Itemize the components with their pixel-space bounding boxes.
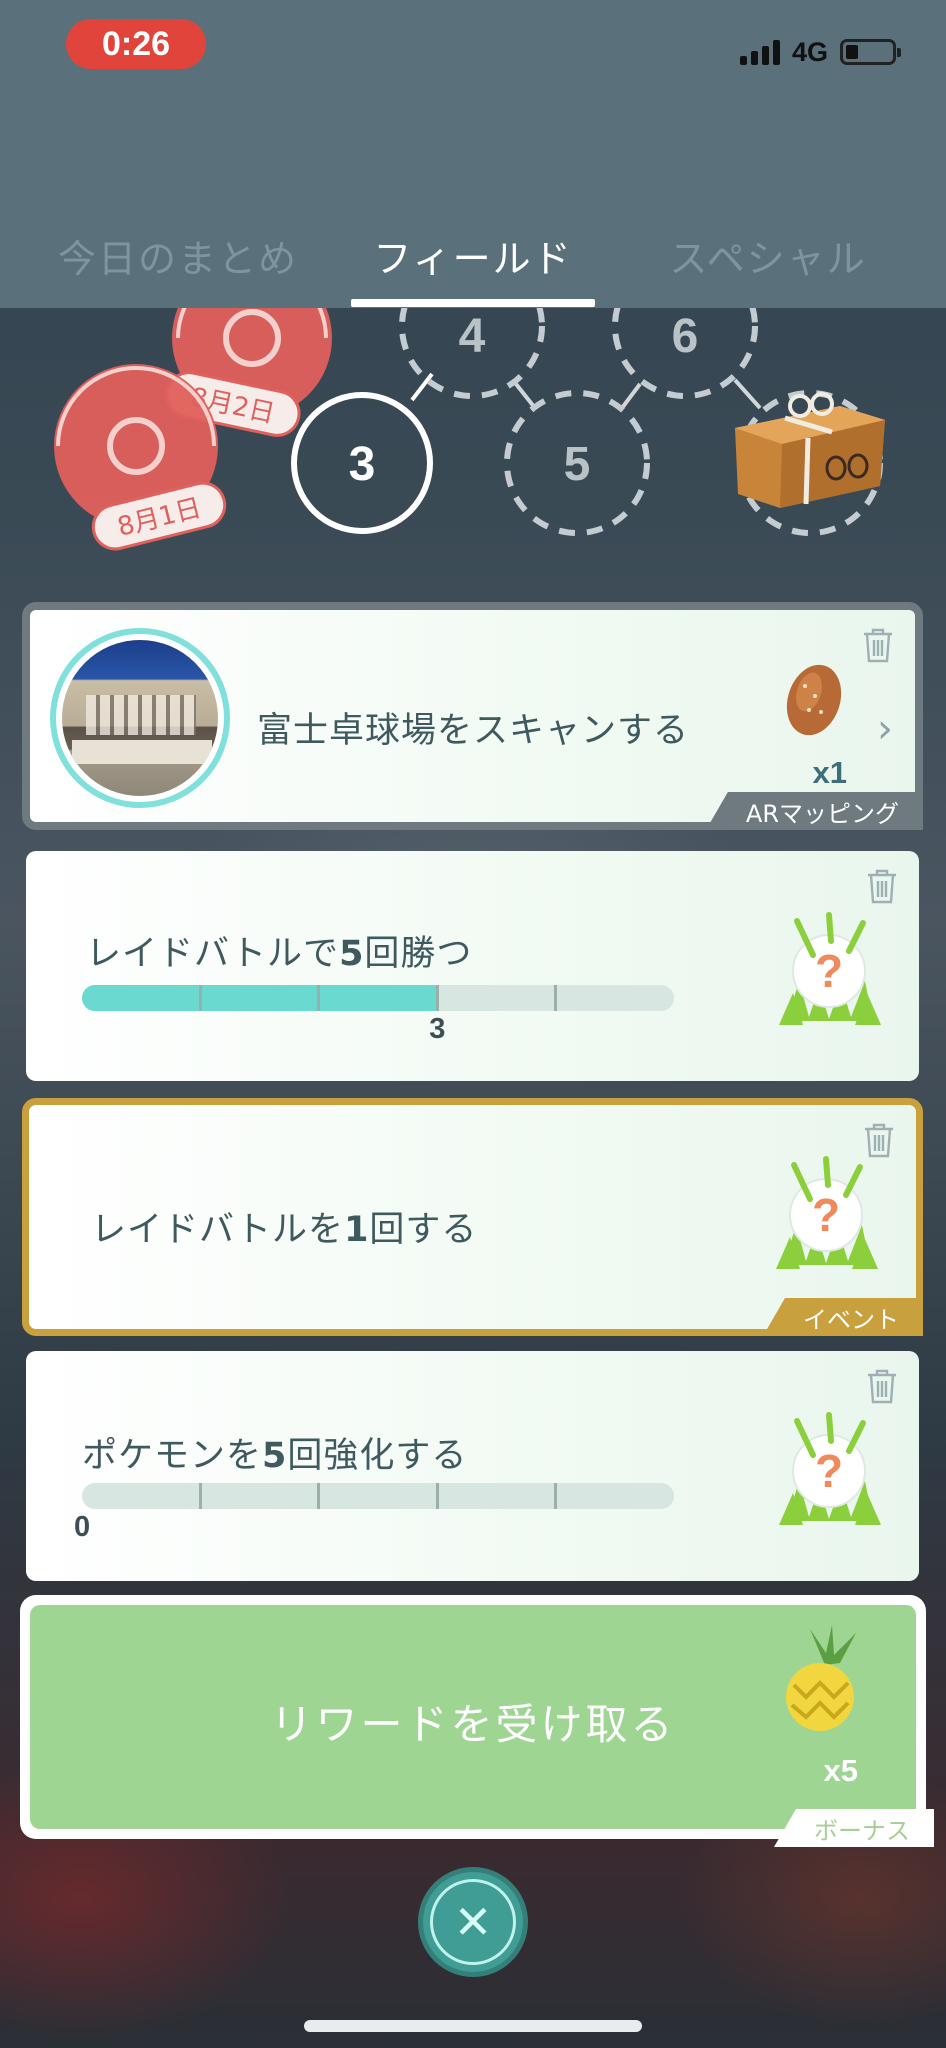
task-card-raid-win[interactable]: レイドバトルで5回勝つ 3 ? xyxy=(26,851,919,1081)
stamp-track: 4 6 5 3 8月2日 8月1日 xyxy=(0,308,946,598)
day-4-label: 4 xyxy=(459,310,486,363)
progress-bar xyxy=(82,1483,674,1509)
svg-text:?: ? xyxy=(812,1189,840,1241)
network-label: 4G xyxy=(791,36,828,67)
signal-icon xyxy=(739,39,780,65)
trash-icon[interactable] xyxy=(862,1121,896,1159)
pinap-berry-icon xyxy=(786,1625,856,1731)
current-day-3[interactable]: 3 xyxy=(291,392,433,534)
day-5-label: 5 xyxy=(564,438,591,491)
progress-fill xyxy=(82,985,438,1011)
tab-bar: 今日のまとめ フィールド スペシャル xyxy=(0,215,946,307)
current-day-label: 3 xyxy=(349,438,376,491)
task-card-raid-once[interactable]: レイドバトルを1回する ? イベント xyxy=(22,1098,923,1336)
mystery-pokemon-icon: ? xyxy=(779,912,881,1025)
svg-text:?: ? xyxy=(815,1445,843,1497)
tab-field[interactable]: フィールド xyxy=(323,215,623,295)
task-card-ar-scan[interactable]: 富士卓球場をスキャンする x1 › ARマッピング xyxy=(22,602,923,830)
close-icon: ✕ xyxy=(430,1879,516,1965)
day-6-slot: 6 xyxy=(612,308,758,399)
trash-icon[interactable] xyxy=(865,867,899,905)
day-6-label: 6 xyxy=(672,310,699,363)
gift-box-icon xyxy=(735,392,885,508)
mystery-pokemon-icon: ? xyxy=(779,1412,881,1525)
tab-special[interactable]: スペシャル xyxy=(618,215,918,295)
pokestop-photo xyxy=(50,628,230,808)
home-indicator[interactable] xyxy=(304,2020,642,2032)
header: 0:26 4G 今日のまとめ フィールド スペシャル xyxy=(0,0,946,308)
tab-today-summary[interactable]: 今日のまとめ xyxy=(28,215,328,295)
progress-bar xyxy=(82,985,674,1011)
claim-reward-button[interactable]: リワードを受け取る x5 xyxy=(30,1605,916,1829)
reward-quantity: x1 xyxy=(812,755,847,790)
task-label: レイドバトルを1回する xyxy=(91,1210,478,1250)
mystery-pokemon-icon: ? xyxy=(776,1156,878,1269)
chevron-right-icon[interactable]: › xyxy=(877,706,893,752)
bread-icon xyxy=(786,664,842,736)
active-tab-indicator xyxy=(351,299,595,307)
close-button[interactable]: ✕ xyxy=(418,1867,528,1977)
task-tag: ARマッピング xyxy=(705,792,923,830)
battery-icon xyxy=(840,39,901,65)
trash-icon[interactable] xyxy=(861,626,895,664)
task-tag: イベント xyxy=(763,1298,923,1336)
task-card-power-up[interactable]: ポケモンを5回強化する 0 ? xyxy=(26,1351,919,1581)
stamp-track-graphic: 4 6 5 3 8月2日 8月1日 xyxy=(54,308,885,551)
svg-text:?: ? xyxy=(815,945,843,997)
claim-tag: ボーナス xyxy=(774,1809,934,1847)
claim-reward-quantity: x5 xyxy=(823,1753,858,1788)
task-label: レイドバトルで5回勝つ xyxy=(86,934,473,974)
task-label: 富士卓球場をスキャンする xyxy=(257,711,690,751)
status-time[interactable]: 0:26 xyxy=(66,19,206,69)
trash-icon[interactable] xyxy=(865,1367,899,1405)
progress-count: 0 xyxy=(74,1511,91,1543)
status-indicators: 4G xyxy=(739,34,901,70)
task-label: ポケモンを5回強化する xyxy=(82,1436,468,1476)
claim-reward-card[interactable]: リワードを受け取る x5 ボーナス xyxy=(20,1595,934,1847)
day-5-slot: 5 xyxy=(504,390,650,536)
progress-count: 3 xyxy=(429,1013,446,1045)
